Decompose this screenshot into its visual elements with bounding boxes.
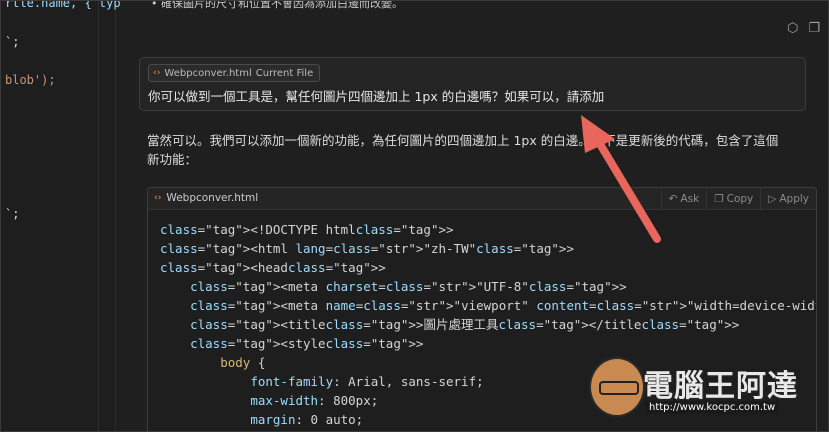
watermark-url: http://www.kocpc.com.tw: [645, 401, 780, 414]
watermark-title: 電腦王阿達: [643, 369, 798, 404]
mascot-face-icon: [589, 357, 645, 417]
watermark-logo: 電腦王阿達 http://www.kocpc.com.tw: [589, 353, 828, 431]
app-window: rtle.name, { typ `; blob'); `; • 確保圖片的尺寸…: [0, 0, 829, 432]
